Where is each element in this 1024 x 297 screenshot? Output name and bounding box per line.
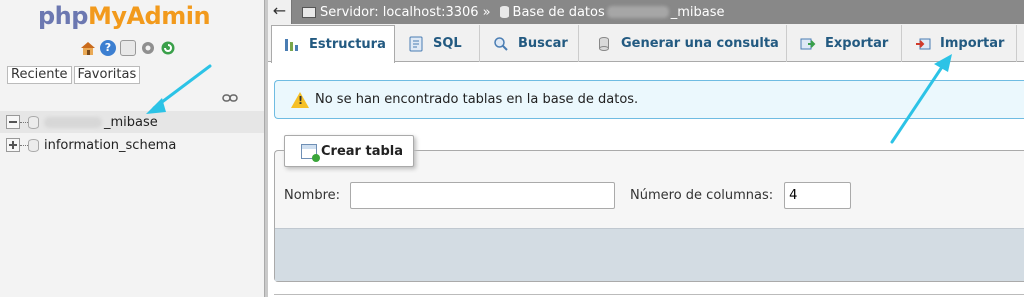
database-name: information_schema	[44, 137, 177, 153]
breadcrumb-separator: »	[482, 4, 491, 20]
database-item-information-schema[interactable]: information_schema	[0, 134, 176, 156]
create-table-footer	[275, 228, 1024, 281]
redacted-text	[44, 116, 102, 128]
favorites-tab[interactable]: Favoritas	[73, 66, 141, 84]
nav-tabs: Reciente Favoritas	[7, 66, 141, 84]
link-icon[interactable]	[222, 91, 238, 102]
divider	[274, 294, 1024, 295]
expand-icon[interactable]	[6, 138, 20, 152]
breadcrumb: ← Servidor: localhost:3306 » Base de dat…	[268, 0, 1024, 24]
help-icon[interactable]: ?	[100, 40, 116, 56]
annotation-arrow-icon	[890, 54, 952, 144]
collapse-nav-button[interactable]: ←	[268, 0, 292, 24]
structure-icon	[284, 37, 300, 53]
tab-sql[interactable]: SQL	[396, 25, 480, 62]
warning-icon	[291, 91, 309, 108]
breadcrumb-database[interactable]: Base de datos _mibase	[495, 5, 725, 20]
recent-tab[interactable]: Reciente	[7, 66, 72, 84]
table-name-input[interactable]	[350, 182, 616, 209]
sql-icon	[408, 36, 424, 52]
breadcrumb-server[interactable]: Servidor: localhost:3306	[302, 5, 479, 20]
server-icon	[302, 6, 316, 18]
database-icon	[28, 115, 39, 129]
settings-icon[interactable]	[140, 40, 156, 56]
tab-estructura[interactable]: Estructura	[271, 25, 395, 63]
nav-icon-bar: ?	[80, 40, 176, 56]
notice-text: No se han encontrado tablas en la base d…	[315, 92, 639, 107]
database-icon	[499, 6, 509, 18]
home-icon[interactable]	[80, 40, 96, 56]
table-name-label: Nombre:	[284, 188, 341, 203]
navigation-panel: phpMyAdmin ? Reciente Favoritas _mibase …	[0, 0, 264, 297]
search-icon	[493, 36, 509, 52]
docs-icon[interactable]	[120, 40, 136, 56]
redacted-text	[606, 6, 669, 18]
database-icon	[28, 138, 39, 152]
tab-buscar[interactable]: Buscar	[481, 25, 579, 62]
create-table-legend: Crear tabla	[284, 135, 414, 167]
tab-generar-consulta[interactable]: Generar una consulta	[584, 25, 787, 62]
query-icon	[596, 36, 612, 52]
reload-icon[interactable]	[160, 40, 176, 56]
annotation-arrow-icon	[146, 64, 212, 114]
columns-count-label: Número de columnas:	[630, 188, 774, 203]
create-table-form: Nombre: Número de columnas:	[284, 182, 852, 209]
export-icon	[800, 36, 816, 52]
columns-count-input[interactable]	[784, 182, 852, 209]
table-add-icon	[301, 143, 320, 162]
phpmyadmin-logo[interactable]: phpMyAdmin	[38, 2, 211, 30]
database-item-mibase[interactable]: _mibase	[0, 111, 264, 133]
collapse-icon[interactable]	[6, 115, 20, 129]
